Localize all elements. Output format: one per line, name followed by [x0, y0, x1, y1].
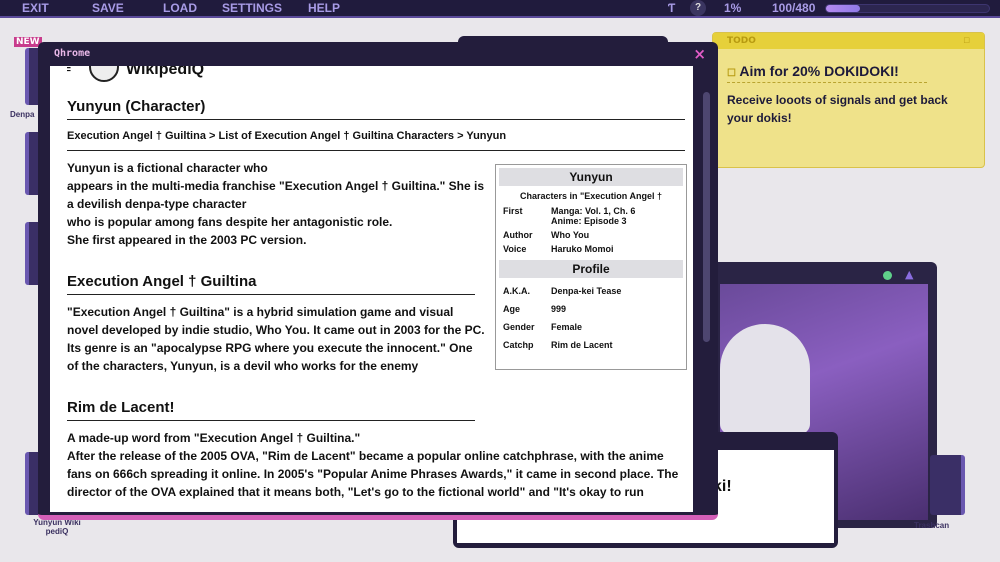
dokidoki-percent: 1% — [724, 1, 742, 15]
section-heading: Rim de Lacent! — [67, 399, 475, 421]
window-title: Qhrome — [54, 48, 91, 59]
infobox-key: A.K.A. — [503, 286, 530, 296]
infobox-key: Voice — [503, 244, 527, 254]
infobox-key: Catchp — [503, 340, 534, 350]
settings-button[interactable]: SETTINGS — [222, 1, 282, 15]
triangle-icon: ▲ — [905, 268, 914, 281]
infobox-key: Age — [503, 304, 521, 314]
follower-count: 100/480 — [772, 1, 816, 15]
infobox-value: 999 — [551, 304, 567, 314]
wiki-label: Yunyun Wiki pediQ — [33, 518, 81, 536]
infobox-key: Author — [503, 230, 533, 240]
exit-button[interactable]: EXIT — [22, 1, 49, 15]
character-image — [720, 324, 810, 434]
infobox-row: Age 999 — [499, 304, 683, 314]
section-text: A made-up word from "Execution Angel † G… — [67, 431, 679, 499]
load-button[interactable]: LOAD — [163, 1, 197, 15]
wikipediq-logo-icon — [89, 66, 119, 82]
section-heading: Execution Angel † Guiltina — [67, 273, 475, 295]
denpa-label: Denpa — [10, 110, 35, 119]
infobox-row: First Manga: Vol. 1, Ch. 6 Anime: Episode… — [499, 206, 683, 226]
todo-header: TODO — [727, 36, 756, 46]
todo-note: TODO □ ☐ Aim for 20% DOKIDOKI! Receive lo… — [712, 32, 985, 168]
infobox-value: Haruko Momoi — [551, 244, 614, 254]
menu-icon[interactable]: ≡ — [67, 66, 71, 78]
help-icon[interactable]: ? — [690, 0, 706, 16]
infobox-value: Manga: Vol. 1, Ch. 6 Anime: Episode 3 — [551, 206, 636, 226]
todo-item: Aim for 20% DOKIDOKI! — [739, 63, 899, 79]
help-button[interactable]: HELP — [308, 1, 340, 15]
browser-window[interactable]: Qhrome × ≡ WikipediQ Yunyun (Character) … — [38, 42, 718, 520]
infobox-value: Who You — [551, 230, 590, 240]
infobox-row: Voice Haruko Momoi — [499, 244, 683, 254]
menu-bar: EXIT SAVE LOAD SETTINGS HELP Ƭ ? 1% 100/… — [0, 0, 1000, 18]
todo-description: Receive looots of signals and get back y… — [727, 93, 948, 125]
infobox-value: Rim de Lacent — [551, 340, 613, 350]
section-text: "Execution Angel † Guiltina" is a hybrid… — [67, 305, 485, 373]
trashcan-label: Trashcan — [914, 521, 950, 530]
antenna-icon: Ƭ — [668, 1, 676, 15]
infobox-value: Female — [551, 322, 583, 332]
infobox: Yunyun Characters in "Execution Angel † … — [495, 164, 687, 370]
square-icon: □ — [963, 36, 970, 44]
intro-text: Yunyun is a fictional character who appe… — [67, 161, 485, 247]
page-title: Yunyun (Character) — [67, 98, 685, 120]
infobox-row: Catchp Rim de Lacent — [499, 340, 683, 350]
infobox-key: Gender — [503, 322, 535, 332]
trashcan-icon[interactable] — [930, 455, 965, 515]
infobox-row: Gender Female — [499, 322, 683, 332]
close-button[interactable]: × — [693, 45, 706, 63]
infobox-value: Denpa-kei Tease — [551, 286, 622, 296]
infobox-profile-header: Profile — [499, 260, 683, 278]
follower-progress-bar — [825, 4, 990, 13]
save-button[interactable]: SAVE — [92, 1, 124, 15]
status-dot-icon — [883, 271, 892, 280]
infobox-row: A.K.A. Denpa-kei Tease — [499, 286, 683, 296]
site-logo-text: WikipediQ — [126, 66, 205, 78]
breadcrumb[interactable]: Execution Angel † Guiltina > List of Exe… — [67, 130, 685, 151]
infobox-key: First — [503, 206, 523, 216]
infobox-subtitle: Characters in "Execution Angel † — [520, 191, 662, 201]
infobox-name: Yunyun — [499, 168, 683, 186]
infobox-row: Author Who You — [499, 230, 683, 240]
checkbox-icon[interactable]: ☐ — [727, 68, 736, 79]
scrollbar[interactable] — [703, 92, 710, 342]
page-content: ≡ WikipediQ Yunyun (Character) Execution… — [50, 66, 693, 512]
